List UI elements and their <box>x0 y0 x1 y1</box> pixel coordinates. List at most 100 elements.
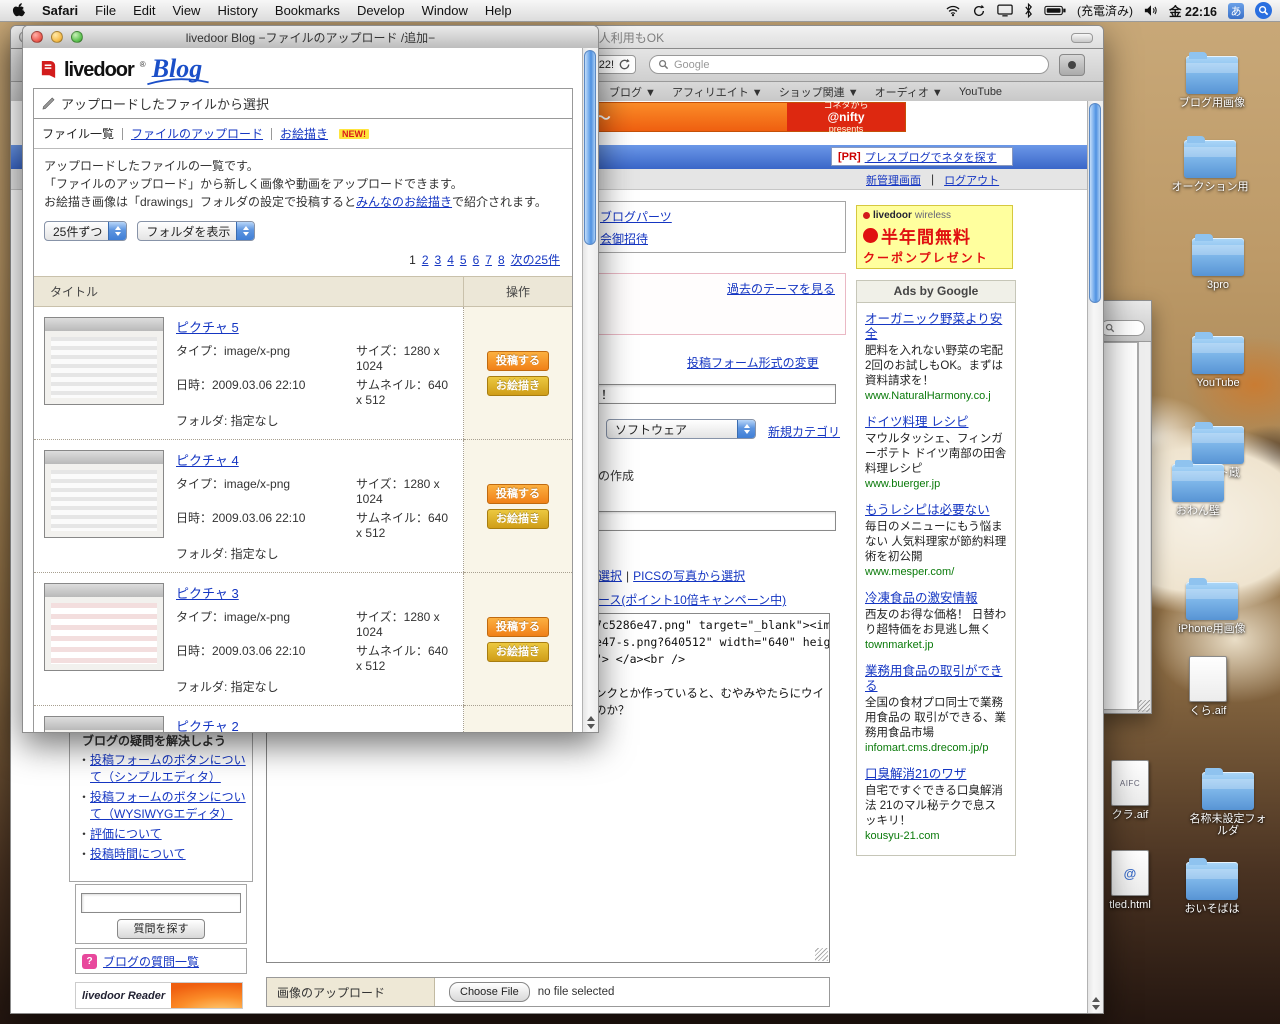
desktop-folder-oisoba[interactable]: おいそばは <box>1170 858 1254 915</box>
folder-filter-select[interactable]: フォルダを表示 <box>137 221 256 241</box>
file-title-link[interactable]: ピクチャ 5 <box>176 317 239 336</box>
page-link[interactable]: 6 <box>473 253 480 267</box>
search-field[interactable] <box>1100 320 1145 336</box>
resize-grip-icon[interactable] <box>1138 700 1150 712</box>
desktop-folder-auction[interactable]: オークション用 <box>1168 136 1252 193</box>
menu-window[interactable]: Window <box>422 3 468 18</box>
draw-button[interactable]: お絵描き <box>487 641 549 662</box>
file-title-link[interactable]: ピクチャ 3 <box>176 583 239 602</box>
secondary-input[interactable] <box>596 511 836 531</box>
menu-clock[interactable]: 金 22:16 <box>1169 1 1217 20</box>
entry-title-input[interactable] <box>596 384 836 404</box>
background-window-scrollbar[interactable] <box>1138 342 1150 710</box>
volume-icon[interactable] <box>1144 4 1158 17</box>
post-button[interactable]: 投稿する <box>487 350 549 371</box>
page-link[interactable]: 3 <box>435 253 442 267</box>
ad-title-link[interactable]: 口臭解消21のワザ <box>865 767 1007 782</box>
bookmark-shop[interactable]: ショップ関連 ▼ <box>779 84 859 100</box>
desktop-folder-owan-wall[interactable]: おわん壁 <box>1156 460 1240 517</box>
logout-link[interactable]: ログアウト <box>944 172 999 188</box>
question-search-input[interactable] <box>81 893 241 913</box>
question-list-link[interactable]: ブログの質問一覧 <box>103 953 199 970</box>
invite-link[interactable]: 会御招待 <box>600 230 648 247</box>
desktop-folder-youtube[interactable]: YouTube <box>1176 332 1260 389</box>
blog-parts-link[interactable]: ブログパーツ <box>600 208 672 225</box>
menu-view[interactable]: View <box>173 3 201 18</box>
file-thumbnail[interactable] <box>44 450 164 538</box>
file-title-link[interactable]: ピクチャ 2 <box>176 716 239 732</box>
menu-history[interactable]: History <box>217 3 257 18</box>
help-link-post-time[interactable]: 投稿時間について <box>90 846 186 863</box>
tab-drawing[interactable]: お絵描き <box>280 125 328 142</box>
bookmark-affiliate[interactable]: アフィリエイト ▼ <box>672 84 763 100</box>
google-ad[interactable]: オーガニック野菜より安全 肥料を入れない野菜の宅配2回のお試しもOK。まずは資料… <box>865 312 1007 402</box>
ad-title-link[interactable]: 業務用食品の取引ができる <box>865 664 1007 694</box>
desktop-file-kura-aif[interactable]: くら.aif <box>1166 656 1250 717</box>
google-ad[interactable]: ドイツ料理 レシピ マウルタッシェ、フィンガーポテト ドイツ南部の田舎料理レシピ… <box>865 415 1007 490</box>
menu-edit[interactable]: Edit <box>133 3 155 18</box>
livedoor-reader-banner[interactable]: livedoor Reader <box>75 982 243 1009</box>
desktop-folder-3pro[interactable]: 3pro <box>1176 234 1260 291</box>
file-thumbnail[interactable] <box>44 317 164 405</box>
file-thumbnail[interactable] <box>44 583 164 671</box>
tab-file-upload[interactable]: ファイルのアップロード <box>131 125 263 142</box>
choose-file-button[interactable]: Choose File <box>449 982 530 1002</box>
help-link-wysiwyg-editor[interactable]: 投稿フォームのボタンについて（WYSIWYGエディタ） <box>90 789 248 823</box>
post-button[interactable]: 投稿する <box>487 483 549 504</box>
menu-file[interactable]: File <box>95 3 116 18</box>
draw-button[interactable]: お絵描き <box>487 375 549 396</box>
scrollbar-arrows[interactable] <box>583 716 598 729</box>
wireless-ad[interactable]: livedoor wireless 半年間無料 クーポンプレゼント <box>856 205 1013 269</box>
apple-menu[interactable] <box>12 3 25 18</box>
google-search-field[interactable]: Google <box>649 55 1049 74</box>
toolbar-extra-button[interactable] <box>1059 54 1085 76</box>
file-title-link[interactable]: ピクチャ 4 <box>176 450 239 469</box>
upload-dialog-window[interactable]: livedoor Blog −ファイルのアップロード /追加− livedoor… <box>22 25 599 733</box>
desktop-folder-untitled[interactable]: 名称未設定フォルダ <box>1186 768 1270 837</box>
form-style-change-link[interactable]: 投稿フォーム形式の変更 <box>687 354 819 371</box>
bookmark-audio[interactable]: オーディオ ▼ <box>875 84 943 100</box>
page-link[interactable]: 8 <box>498 253 505 267</box>
reload-icon[interactable] <box>618 58 631 71</box>
window-titlebar[interactable]: livedoor Blog −ファイルのアップロード /追加− <box>23 26 598 49</box>
google-ad[interactable]: 口臭解消21のワザ 自宅ですぐできる口臭解消法 21のマル秘テクで息スッキリ！ … <box>865 767 1007 842</box>
pr-link[interactable]: プレスブログでネタを探す <box>865 149 997 165</box>
desktop-folder-iphone-images[interactable]: iPhone用画像 <box>1170 578 1254 635</box>
google-ad[interactable]: 冷凍食品の激安情報 西友のお得な価格！ 日替わり超特価をお見逃し無く townm… <box>865 591 1007 651</box>
ad-title-link[interactable]: もうレシピは必要ない <box>865 503 1007 518</box>
ad-title-link[interactable]: 冷凍食品の激安情報 <box>865 591 1007 606</box>
scrollbar-arrows[interactable] <box>1088 997 1103 1010</box>
scrollbar-thumb[interactable] <box>1089 103 1101 303</box>
next-page-link[interactable]: 次の25件 <box>511 251 560 268</box>
post-button[interactable]: 投稿する <box>487 616 549 637</box>
file-thumbnail[interactable] <box>44 716 164 732</box>
help-link-rating[interactable]: 評価について <box>90 826 162 843</box>
page-link[interactable]: 2 <box>422 253 429 267</box>
page-link[interactable]: 5 <box>460 253 467 267</box>
minna-oekaki-link[interactable]: みんなのお絵描き <box>356 195 452 209</box>
menu-help[interactable]: Help <box>485 3 512 18</box>
resize-grip-icon[interactable] <box>815 948 828 961</box>
help-link-simple-editor[interactable]: 投稿フォームのボタンについて（シンプルエディタ） <box>90 752 248 786</box>
bookmark-youtube[interactable]: YouTube <box>959 86 1002 98</box>
sync-icon[interactable] <box>972 4 986 18</box>
page-link[interactable]: 7 <box>485 253 492 267</box>
menu-develop[interactable]: Develop <box>357 3 405 18</box>
bluetooth-icon[interactable] <box>1024 3 1033 18</box>
toolbar-toggle-pill[interactable] <box>1071 33 1093 43</box>
bookmark-blog[interactable]: ブログ ▼ <box>609 84 656 100</box>
input-method-icon[interactable]: あ <box>1228 2 1244 19</box>
pics-photos-link[interactable]: PICSの写真から選択 <box>633 567 745 584</box>
wifi-icon[interactable] <box>945 4 961 17</box>
display-icon[interactable] <box>997 4 1013 17</box>
per-page-select[interactable]: 25件ずつ <box>44 221 128 241</box>
scrollbar-thumb[interactable] <box>584 50 596 245</box>
spotlight-icon[interactable] <box>1255 2 1272 19</box>
desktop-folder-blog-images[interactable]: ブログ用画像 <box>1170 52 1254 109</box>
admin-panel-link[interactable]: 新管理画面 <box>866 172 921 188</box>
battery-icon[interactable] <box>1044 5 1066 16</box>
ad-title-link[interactable]: オーガニック野菜より安全 <box>865 312 1007 342</box>
tab-file-list[interactable]: ファイル一覧 <box>42 125 114 142</box>
menu-bookmarks[interactable]: Bookmarks <box>275 3 340 18</box>
select-link[interactable]: 選択 <box>598 567 622 584</box>
